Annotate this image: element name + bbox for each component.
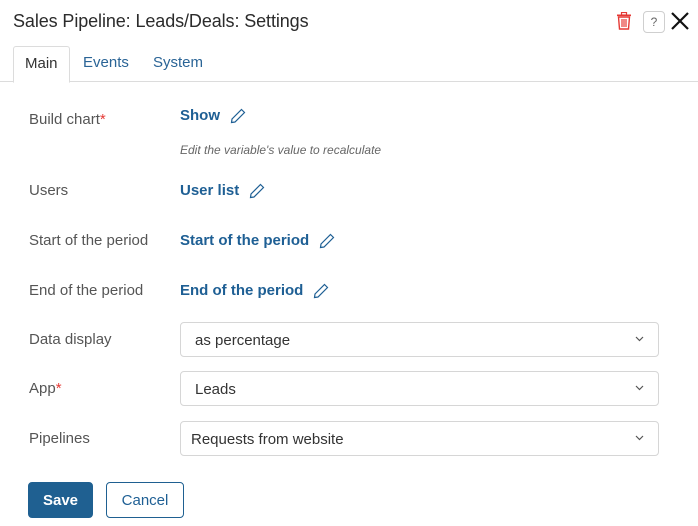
build-chart-value[interactable]: Show: [180, 107, 220, 124]
pencil-icon[interactable]: [230, 108, 246, 124]
pencil-icon[interactable]: [249, 183, 265, 199]
help-icon[interactable]: ?: [643, 11, 665, 33]
build-chart-label: Build chart*: [29, 111, 106, 128]
chevron-down-icon: [635, 435, 644, 441]
build-chart-hint: Edit the variable's value to recalculate: [180, 143, 382, 157]
start-period-value[interactable]: Start of the period: [180, 232, 309, 249]
save-button[interactable]: Save: [28, 482, 93, 518]
help-glyph: ?: [650, 15, 658, 29]
start-period-value-link[interactable]: Start of the period: [180, 232, 335, 249]
build-chart-label-text: Build chart: [29, 111, 100, 128]
pencil-icon[interactable]: [313, 283, 329, 299]
app-value: Leads: [195, 381, 236, 398]
tab-system[interactable]: System: [142, 46, 214, 82]
required-mark: *: [99, 111, 106, 128]
cancel-button[interactable]: Cancel: [106, 482, 184, 518]
data-display-select[interactable]: as percentage: [180, 322, 659, 357]
data-display-value: as percentage: [195, 332, 291, 349]
chevron-down-icon: [635, 385, 644, 391]
tab-events[interactable]: Events: [72, 46, 140, 82]
end-period-value[interactable]: End of the period: [180, 282, 303, 299]
end-period-label: End of the period: [29, 282, 144, 299]
users-value-link[interactable]: User list: [180, 182, 265, 199]
pipelines-select[interactable]: Requests from website: [180, 421, 659, 456]
app-select[interactable]: Leads: [180, 371, 659, 406]
data-display-label: Data display: [29, 331, 112, 348]
users-label: Users: [29, 182, 69, 199]
start-period-label: Start of the period: [29, 232, 149, 249]
app-label-text: App: [29, 380, 56, 397]
tab-main[interactable]: Main: [13, 46, 70, 83]
required-mark: *: [55, 380, 62, 397]
dialog-title: Sales Pipeline: Leads/Deals: Settings: [13, 11, 309, 31]
trash-icon[interactable]: [616, 12, 632, 30]
users-value[interactable]: User list: [180, 182, 239, 199]
pipelines-value: Requests from website: [191, 431, 344, 448]
pencil-icon[interactable]: [319, 233, 335, 249]
tab-bar: Main Events System: [0, 46, 698, 83]
dialog-header: Sales Pipeline: Leads/Deals: Settings ?: [0, 0, 698, 44]
close-icon[interactable]: [670, 11, 690, 31]
build-chart-value-link[interactable]: Show: [180, 107, 246, 124]
chevron-down-icon: [635, 336, 644, 342]
end-period-value-link[interactable]: End of the period: [180, 282, 329, 299]
app-label: App*: [29, 380, 62, 397]
pipelines-label: Pipelines: [29, 430, 90, 447]
